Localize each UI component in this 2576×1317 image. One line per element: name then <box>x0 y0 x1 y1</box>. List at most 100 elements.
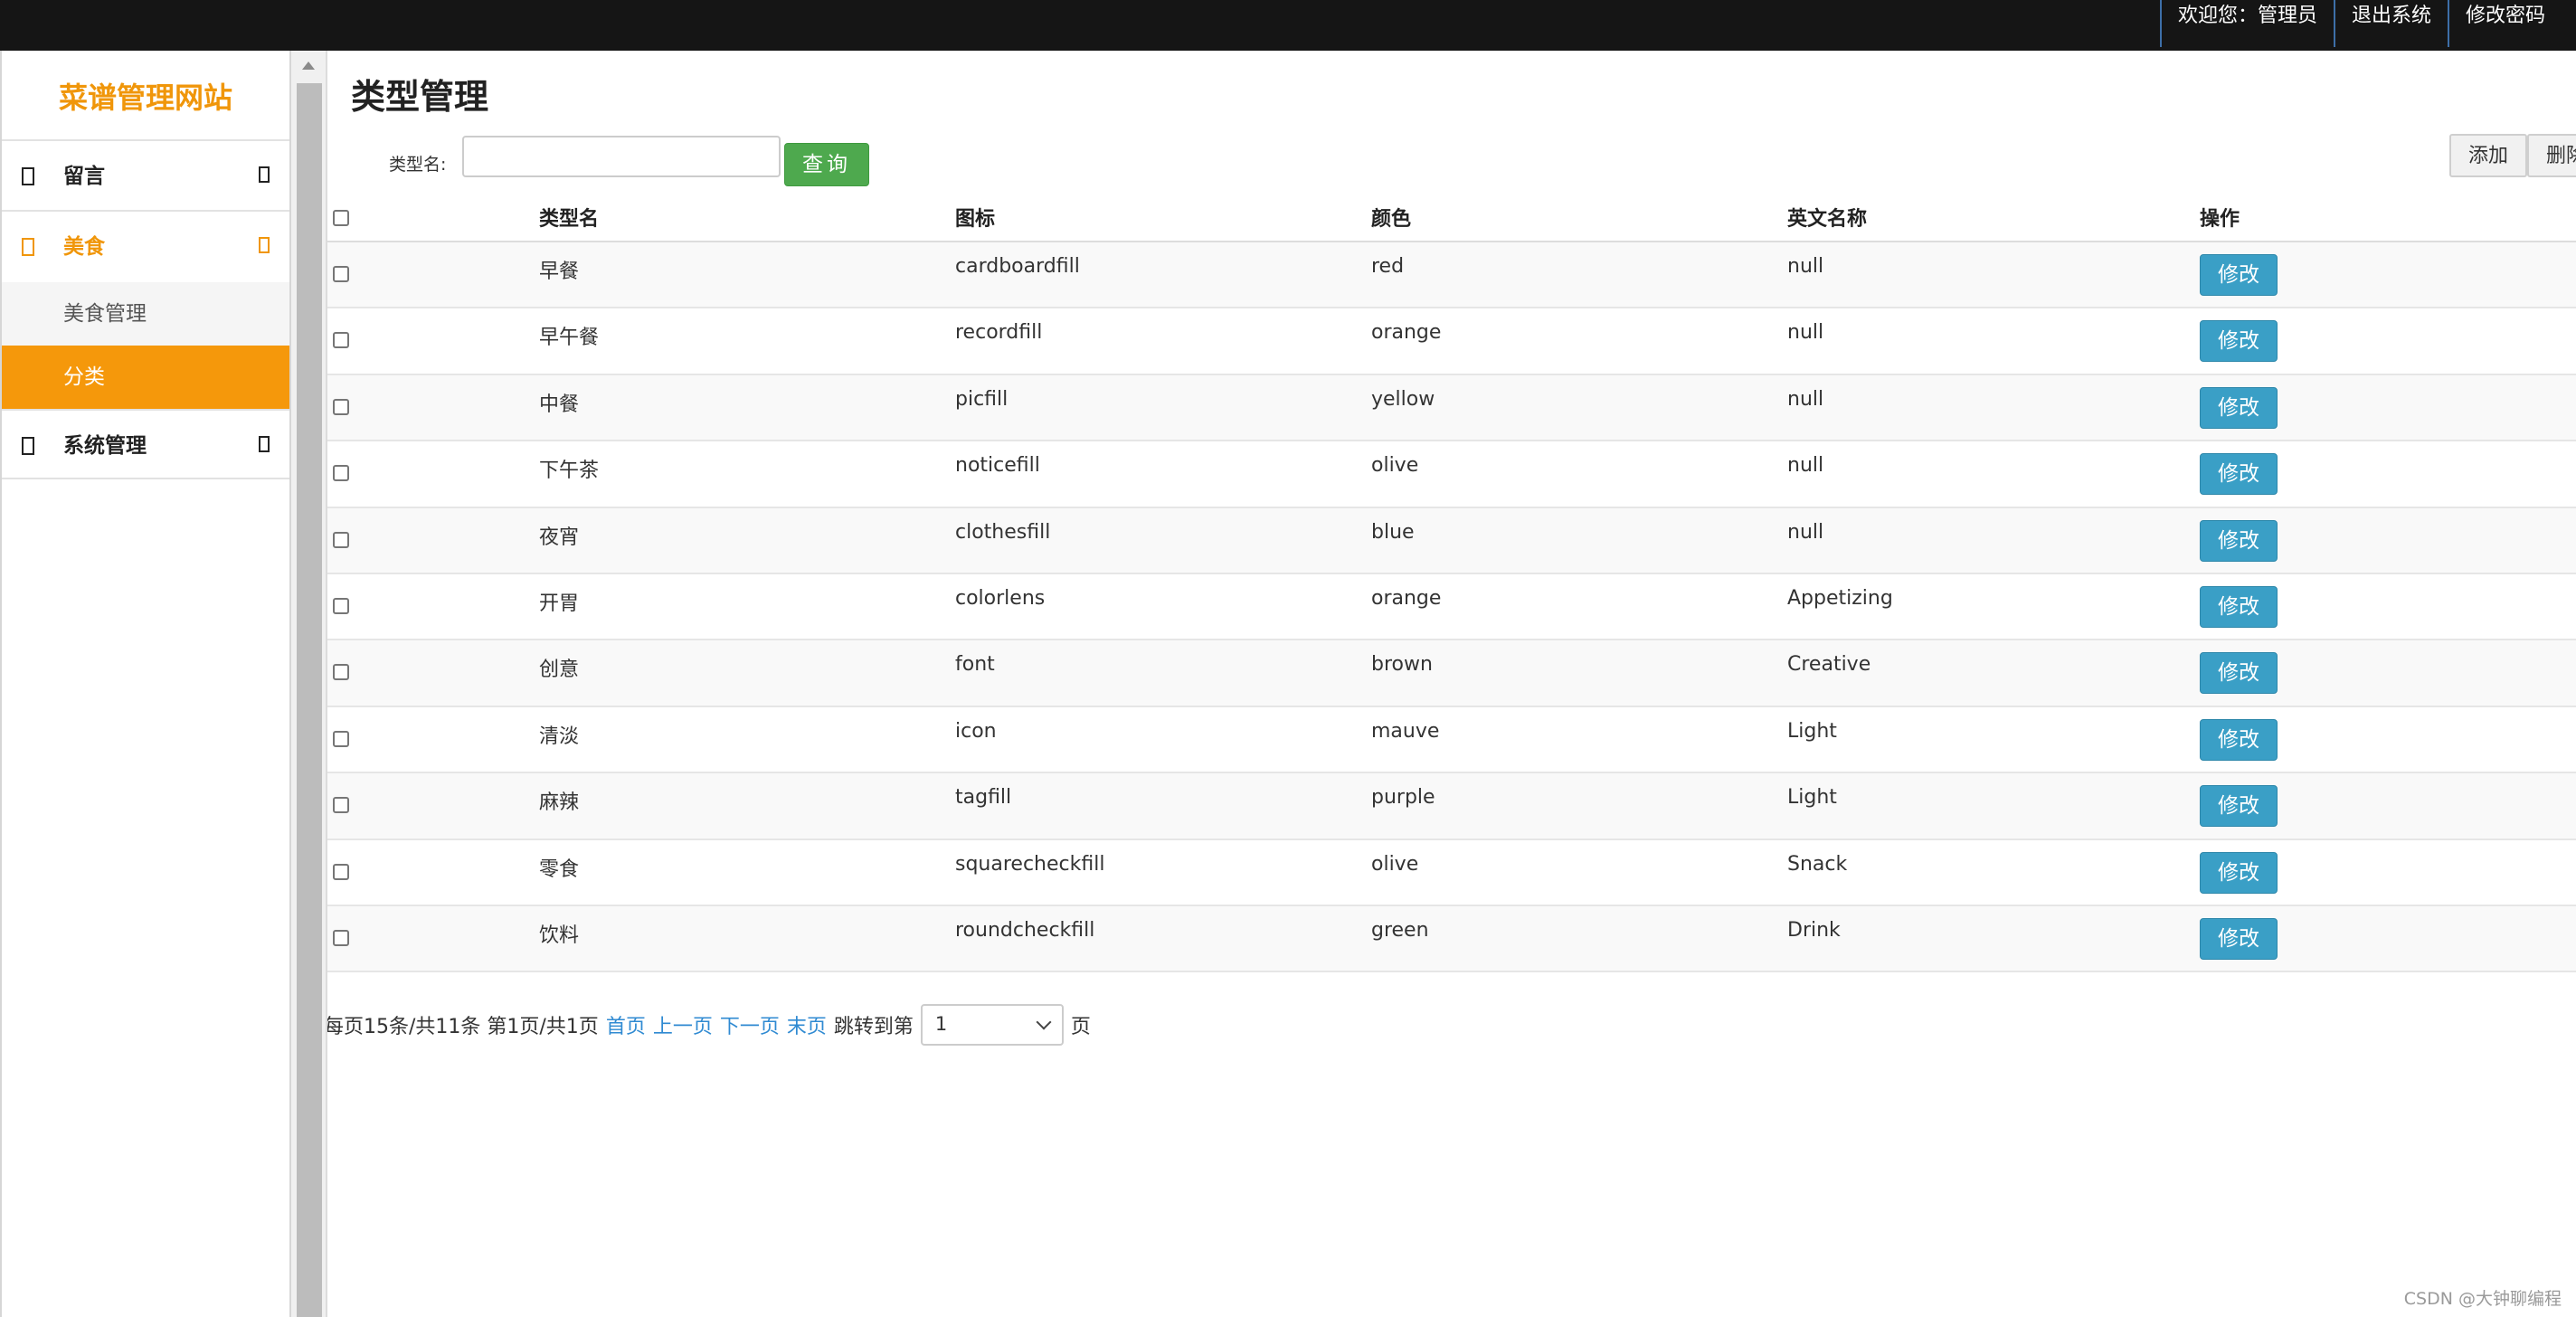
table-row: 麻辣 tagfill purple Light 修改 <box>327 773 2576 840</box>
type-name-cell: 麻辣 <box>539 791 580 815</box>
row-checkbox[interactable] <box>333 797 349 814</box>
select-all-checkbox[interactable] <box>333 210 349 226</box>
sidebar-scrollbar[interactable] <box>291 51 327 1317</box>
message-icon <box>22 167 34 185</box>
search-button[interactable]: 查询 <box>784 143 869 186</box>
page-title: 类型管理 <box>351 77 489 117</box>
edit-button[interactable]: 修改 <box>2200 254 2278 296</box>
type-name-cell: 开胃 <box>539 592 580 615</box>
row-checkbox[interactable] <box>333 465 349 482</box>
english-name-cell: null <box>1787 387 1824 411</box>
type-name-cell: 早餐 <box>539 261 580 283</box>
sidebar-item-messages[interactable]: 留言 <box>2 141 289 212</box>
table-row: 下午茶 noticefill olive null 修改 <box>327 441 2576 508</box>
english-name-cell: Appetizing <box>1787 586 1893 610</box>
chevron-icon <box>259 237 270 253</box>
delete-button[interactable]: 删除 <box>2527 134 2576 177</box>
edit-button[interactable]: 修改 <box>2200 453 2278 496</box>
table-row: 早餐 cardboardfill red null 修改 <box>327 242 2576 309</box>
row-checkbox[interactable] <box>333 332 349 349</box>
page-select[interactable]: 1 <box>920 1004 1064 1046</box>
color-cell: blue <box>1371 520 1415 544</box>
row-checkbox[interactable] <box>333 531 349 548</box>
edit-button[interactable]: 修改 <box>2200 519 2278 562</box>
icon-name-cell: colorlens <box>955 586 1046 610</box>
icon-name-cell: noticefill <box>955 454 1040 478</box>
sidebar: 菜谱管理网站 留言 美食 美食管理 分类 系统管理 <box>0 51 291 1317</box>
scroll-up-arrow-icon[interactable] <box>302 62 315 70</box>
color-cell: brown <box>1371 653 1433 677</box>
row-checkbox[interactable] <box>333 929 349 946</box>
edit-button[interactable]: 修改 <box>2200 917 2278 960</box>
edit-button[interactable]: 修改 <box>2200 718 2278 761</box>
change-password-link[interactable]: 修改密码 <box>2447 0 2576 47</box>
color-cell: green <box>1371 918 1429 942</box>
page-select-value: 1 <box>934 1013 948 1035</box>
row-checkbox[interactable] <box>333 863 349 880</box>
table-row: 零食 squarecheckfill olive Snack 修改 <box>327 840 2576 906</box>
row-checkbox[interactable] <box>333 730 349 747</box>
english-name-cell: null <box>1787 255 1824 278</box>
chevron-icon <box>259 436 270 452</box>
table-header: 类型名 图标 颜色 英文名称 操作 <box>327 195 2576 242</box>
type-name-cell: 清淡 <box>539 725 580 748</box>
sidebar-subitem-category[interactable]: 分类 <box>2 346 289 409</box>
category-table: 类型名 图标 颜色 英文名称 操作 早餐 cardboardfill red null 修改 早午餐… <box>327 195 2576 973</box>
color-cell: olive <box>1371 852 1419 876</box>
edit-button[interactable]: 修改 <box>2200 585 2278 628</box>
pager-next-link[interactable]: 下一页 <box>720 1010 780 1039</box>
sidebar-item-label: 系统管理 <box>63 434 147 458</box>
column-header: 英文名称 <box>1787 208 1868 231</box>
icon-name-cell: picfill <box>955 387 1009 411</box>
settings-icon <box>22 437 34 455</box>
sidebar-item-system[interactable]: 系统管理 <box>2 409 289 479</box>
scrollbar-thumb[interactable] <box>297 83 322 1317</box>
pagination: 每页15条/共11条 第1页/共1页 首页 上一页 下一页 末页 跳转到第 1 … <box>327 1002 1098 1047</box>
color-cell: purple <box>1371 786 1435 810</box>
row-checkbox[interactable] <box>333 597 349 614</box>
sidebar-item-label: 留言 <box>63 165 105 188</box>
edit-button[interactable]: 修改 <box>2200 320 2278 363</box>
icon-name-cell: cardboardfill <box>955 255 1080 278</box>
main-content: 类型管理 类型名: 查询 添加 删除 类型名 图标 颜色 英文名称 操作 早餐 cardbo… <box>327 51 2576 1317</box>
sidebar-item-food[interactable]: 美食 <box>2 212 289 282</box>
app: 欢迎您：管理员 退出系统 修改密码 菜谱管理网站 留言 美食 美食管理 分类 系… <box>0 0 2576 1317</box>
table-row: 夜宵 clothesfill blue null 修改 <box>327 507 2576 574</box>
pager-prev-link[interactable]: 上一页 <box>653 1010 713 1039</box>
row-checkbox[interactable] <box>333 664 349 681</box>
type-name-cell: 早午餐 <box>539 327 600 350</box>
pager-first-link[interactable]: 首页 <box>606 1010 646 1039</box>
table-row: 饮料 roundcheckfill green Drink 修改 <box>327 905 2576 973</box>
edit-button[interactable]: 修改 <box>2200 386 2278 429</box>
edit-button[interactable]: 修改 <box>2200 785 2278 828</box>
pager-jump-label: 跳转到第 <box>833 1016 914 1038</box>
type-name-cell: 下午茶 <box>539 460 600 483</box>
add-button[interactable]: 添加 <box>2449 134 2527 177</box>
english-name-cell: Light <box>1787 786 1837 810</box>
pager-page-suffix: 页 <box>1070 1016 1091 1038</box>
icon-name-cell: icon <box>955 719 997 743</box>
english-name-cell: null <box>1787 520 1824 544</box>
type-name-cell: 零食 <box>539 857 580 881</box>
english-name-cell: Snack <box>1787 852 1848 876</box>
table-row: 早午餐 recordfill orange null 修改 <box>327 308 2576 375</box>
edit-button[interactable]: 修改 <box>2200 652 2278 695</box>
column-header: 图标 <box>955 208 996 231</box>
pager-last-link[interactable]: 末页 <box>787 1010 827 1039</box>
row-checkbox[interactable] <box>333 398 349 415</box>
column-header: 操作 <box>2200 208 2240 231</box>
welcome-text: 欢迎您：管理员 <box>2159 0 2334 47</box>
icon-name-cell: roundcheckfill <box>955 918 1095 942</box>
icon-name-cell: squarecheckfill <box>955 852 1105 876</box>
english-name-cell: Drink <box>1787 918 1841 942</box>
icon-name-cell: recordfill <box>955 321 1043 345</box>
table-row: 中餐 picfill yellow null 修改 <box>327 374 2576 442</box>
icon-name-cell: clothesfill <box>955 520 1051 544</box>
search-input[interactable] <box>462 136 781 177</box>
sidebar-subitem-food-management[interactable]: 美食管理 <box>2 282 289 346</box>
table-row: 清淡 icon mauve Light 修改 <box>327 707 2576 774</box>
color-cell: mauve <box>1371 719 1440 743</box>
logout-link[interactable]: 退出系统 <box>2333 0 2448 47</box>
row-checkbox[interactable] <box>333 266 349 282</box>
edit-button[interactable]: 修改 <box>2200 851 2278 894</box>
